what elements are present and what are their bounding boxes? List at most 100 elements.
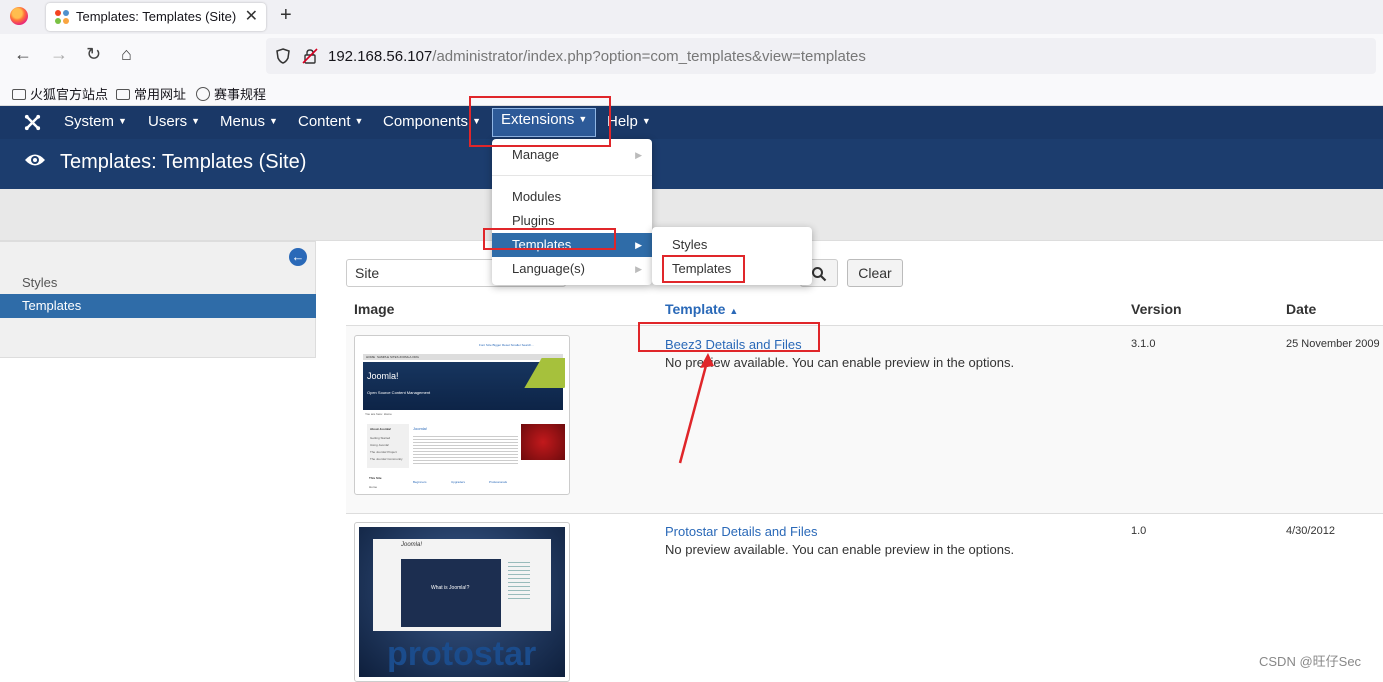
preview-side-link: Using Joomla! xyxy=(370,443,390,447)
bookmark-item[interactable]: 火狐官方站点 xyxy=(12,84,108,103)
column-header-template[interactable]: Template ▲ xyxy=(665,301,738,317)
template-thumbnail-beez3[interactable]: Font Size Bigger Reset Smaller Search...… xyxy=(354,335,570,495)
preview-side-link: The Joomla! Project xyxy=(370,450,397,454)
clear-button[interactable]: Clear xyxy=(847,259,903,287)
preview-article-title: Joomla! xyxy=(413,426,428,431)
menu-system[interactable]: System ▼ xyxy=(64,113,127,130)
menu-components[interactable]: Components ▼ xyxy=(383,113,481,130)
preview-side-link: The Joomla! Community xyxy=(370,457,403,461)
bookmark-item[interactable]: 赛事规程 xyxy=(196,84,266,103)
column-header-image: Image xyxy=(354,301,395,317)
home-icon[interactable]: ⌂ xyxy=(121,44,132,65)
chevron-right-icon: ▶ xyxy=(635,264,642,274)
template-date: 25 November 2009 xyxy=(1286,338,1380,350)
preview-side-link: Home xyxy=(369,485,378,489)
preview-video: What is Joomla!? xyxy=(401,559,501,627)
browser-tab-strip: Templates: Templates (Site) - ✕ + xyxy=(0,0,1383,34)
bookmarks-bar: 火狐官方站点 常用网址 赛事规程 xyxy=(0,78,1383,106)
watermark: CSDN @旺仔Sec xyxy=(1259,654,1362,669)
preview-top-links: Font Size Bigger Reset Smaller Search... xyxy=(479,343,534,347)
extensions-dropdown: Manage ▶ Modules Plugins Templates ▶ Langu… xyxy=(492,139,652,285)
annotation-box-beez3 xyxy=(638,322,820,352)
preview-article-text xyxy=(413,434,518,464)
annotation-box-templates-menu xyxy=(483,228,616,250)
column-header-version[interactable]: Version xyxy=(1131,301,1182,317)
sidebar-item-templates[interactable]: Templates xyxy=(0,294,316,318)
tab-title: Templates: Templates (Site) - xyxy=(76,9,238,24)
divider xyxy=(346,513,1383,514)
menu-item-languages[interactable]: Language(s) ▶ xyxy=(492,257,652,281)
preview-side-box: About Joomla! Getting Started Using Joom… xyxy=(367,424,409,468)
template-version: 1.0 xyxy=(1131,525,1147,537)
search-icon xyxy=(812,267,827,282)
menu-divider xyxy=(492,175,652,176)
chevron-right-icon: ▶ xyxy=(635,150,642,160)
preview-nav: HOME SAMPLE SITES JOOMLA.ORG xyxy=(363,354,563,360)
preview-article-image xyxy=(521,424,565,460)
globe-icon xyxy=(196,87,210,101)
eye-icon xyxy=(25,154,45,166)
menu-menus[interactable]: Menus ▼ xyxy=(220,113,278,130)
menu-users[interactable]: Users ▼ xyxy=(148,113,200,130)
preview-banner: Joomla! Open Source Content Management xyxy=(363,358,565,410)
annotation-arrow xyxy=(678,353,714,464)
preview-side-heading: This Site xyxy=(369,476,382,480)
sort-asc-icon: ▲ xyxy=(729,306,739,316)
annotation-box-templates-submenu xyxy=(662,255,745,283)
preview-nav-item: SAMPLE SITES xyxy=(377,355,399,359)
chevron-right-icon: ▶ xyxy=(635,240,642,250)
column-header-date[interactable]: Date xyxy=(1286,301,1316,317)
sidebar: ← Styles Templates xyxy=(0,241,316,358)
page-title: Templates: Templates (Site) xyxy=(60,151,307,173)
preview-side-link: Getting Started xyxy=(370,436,391,440)
preview-banner-title: Joomla! xyxy=(367,371,399,381)
admin-menu-bar: System ▼ Users ▼ Menus ▼ Content ▼ Component… xyxy=(0,106,1383,139)
menu-help[interactable]: Help ▼ xyxy=(607,113,651,130)
preview-breadcrumb: You are here: Home xyxy=(365,412,392,416)
bookmark-item[interactable]: 常用网址 xyxy=(116,84,186,103)
protostar-preview-image: Joomla! What is Joomla!? protostar xyxy=(359,527,565,677)
preview-column-title: Professionals xyxy=(489,480,508,484)
template-thumbnail-protostar[interactable]: Joomla! What is Joomla!? protostar xyxy=(354,522,570,682)
submenu-item-styles[interactable]: Styles xyxy=(652,233,812,257)
preview-column-title: Beginners xyxy=(413,480,427,484)
forward-icon[interactable]: → xyxy=(50,44,68,65)
template-description: No preview available. You can enable pre… xyxy=(665,542,1015,557)
preview-banner-subtitle: Open Source Content Management xyxy=(367,390,431,395)
template-version: 3.1.0 xyxy=(1131,338,1156,350)
browser-navbar: ← → ↻ ⌂ 192.168.56.107/administrator/ind… xyxy=(0,34,1383,78)
preview-logo-text: protostar xyxy=(387,635,537,673)
menu-item-modules[interactable]: Modules xyxy=(492,185,652,209)
preview-video-text: What is Joomla!? xyxy=(431,585,470,591)
sidebar-item-styles[interactable]: Styles xyxy=(0,271,316,295)
preview-column-title: Upgraders xyxy=(451,480,466,484)
preview-ribbon xyxy=(524,358,565,388)
url-text: 192.168.56.107/administrator/index.php?o… xyxy=(328,48,866,65)
browser-tab[interactable]: Templates: Templates (Site) - ✕ xyxy=(46,3,266,31)
preview-brand: Joomla! xyxy=(401,542,423,548)
collapse-sidebar-icon[interactable]: ← xyxy=(289,248,307,266)
tab-close-icon[interactable]: ✕ xyxy=(245,6,258,26)
joomla-logo-icon[interactable] xyxy=(23,113,42,132)
preview-side-heading: About Joomla! xyxy=(370,427,391,431)
firefox-icon[interactable] xyxy=(10,7,28,25)
preview-nav-item: JOOMLA.ORG xyxy=(399,355,420,359)
template-link-protostar[interactable]: Protostar Details and Files xyxy=(665,524,817,539)
menu-content[interactable]: Content ▼ xyxy=(298,113,363,130)
preview-sidebar-lines xyxy=(508,559,530,599)
beez3-preview-image: Font Size Bigger Reset Smaller Search...… xyxy=(359,340,565,490)
page-header: Templates: Templates (Site) xyxy=(0,139,1383,189)
back-icon[interactable]: ← xyxy=(14,44,32,65)
shield-icon[interactable] xyxy=(275,48,291,64)
url-bar[interactable]: 192.168.56.107/administrator/index.php?o… xyxy=(266,38,1376,74)
annotation-box-extensions xyxy=(469,96,611,147)
joomla-favicon-icon xyxy=(55,10,69,24)
folder-icon xyxy=(12,89,26,100)
template-date: 4/30/2012 xyxy=(1286,525,1335,537)
new-tab-icon[interactable]: + xyxy=(280,4,292,27)
insecure-lock-icon[interactable] xyxy=(302,48,318,64)
folder-icon xyxy=(116,89,130,100)
preview-window: Joomla! What is Joomla!? xyxy=(373,539,551,631)
reload-icon[interactable]: ↻ xyxy=(86,44,101,65)
preview-nav-item: HOME xyxy=(366,355,375,359)
